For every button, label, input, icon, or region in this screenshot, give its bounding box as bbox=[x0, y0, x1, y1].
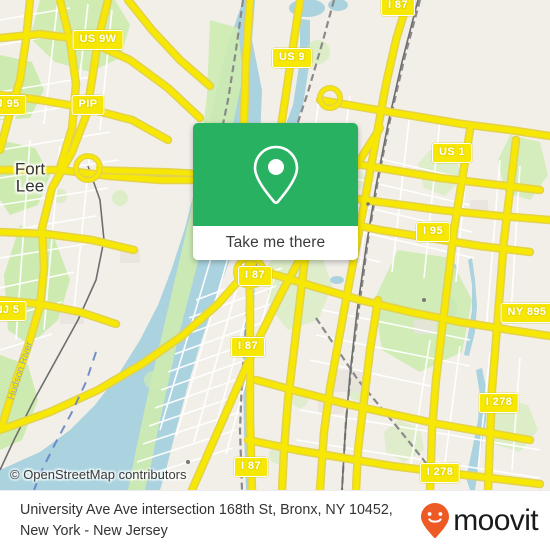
moovit-pin-icon bbox=[421, 502, 450, 538]
map-screenshot: Fort Lee Hudson River US 9W I 87 US 9 PI… bbox=[0, 0, 550, 550]
address-text: University Ave Ave intersection 168th St… bbox=[0, 500, 420, 541]
road-shield-nj-5: NJ 5 bbox=[0, 301, 27, 321]
take-me-there-label: Take me there bbox=[225, 234, 326, 251]
road-shield-nj-95: NJ 95 bbox=[0, 95, 27, 115]
callout-pin-area bbox=[193, 123, 358, 226]
road-shield-i-87-mid: I 87 bbox=[238, 266, 272, 286]
road-shield-i-278-upper: I 278 bbox=[478, 393, 520, 413]
road-shield-us-9w: US 9W bbox=[72, 30, 124, 50]
moovit-logo[interactable]: moovit bbox=[420, 502, 550, 540]
destination-callout-card[interactable]: Take me there bbox=[193, 123, 358, 260]
road-shield-i-87-bottom: I 87 bbox=[234, 457, 268, 477]
road-shield-pip: PIP bbox=[71, 95, 105, 115]
road-shield-ny-895: NY 895 bbox=[500, 303, 550, 323]
map-pin-icon bbox=[253, 145, 298, 204]
road-shield-i-87-north: I 87 bbox=[381, 0, 415, 16]
footer-bar: University Ave Ave intersection 168th St… bbox=[0, 490, 550, 550]
road-shield-us-1: US 1 bbox=[431, 143, 473, 163]
road-shield-us-9: US 9 bbox=[271, 48, 313, 68]
road-shield-i-95: I 95 bbox=[416, 222, 450, 242]
place-label-fort-lee: Fort Lee bbox=[14, 159, 46, 196]
road-shield-i-87-lower: I 87 bbox=[231, 337, 265, 357]
moovit-wordmark: moovit bbox=[453, 503, 538, 537]
road-shield-i-278-lower: I 278 bbox=[419, 463, 461, 483]
address-line-1: University Ave Ave intersection 168th St… bbox=[20, 502, 346, 519]
osm-attribution[interactable]: © OpenStreetMap contributors bbox=[10, 467, 187, 482]
take-me-there-button[interactable]: Take me there bbox=[193, 226, 358, 260]
